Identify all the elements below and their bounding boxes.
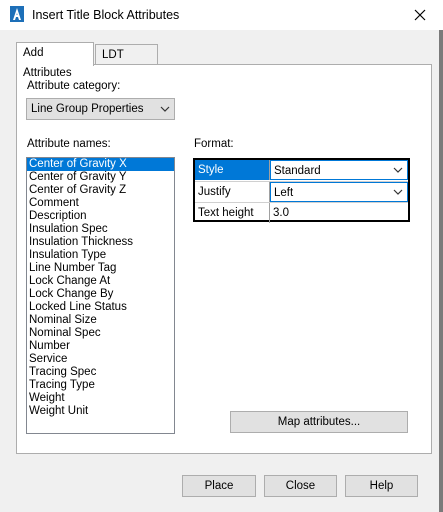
format-property-grid: Style Standard Justify Left Text height … — [193, 158, 410, 223]
list-item[interactable]: Insulation Spec — [27, 223, 174, 236]
help-button[interactable]: Help — [345, 475, 418, 497]
list-item[interactable]: Insulation Thickness — [27, 236, 174, 249]
title-bar: Insert Title Block Attributes — [0, 0, 443, 30]
place-button[interactable]: Place — [182, 475, 256, 497]
attribute-names-label: Attribute names: — [27, 138, 111, 150]
format-row-justify: Justify Left — [195, 181, 408, 202]
list-item[interactable]: Lock Change At — [27, 275, 174, 288]
format-label: Format: — [194, 138, 234, 150]
justify-select[interactable]: Left — [270, 182, 408, 202]
format-row-text-height: Text height 3.0 — [195, 202, 408, 223]
style-value: Standard — [274, 165, 321, 177]
list-item[interactable]: Service — [27, 353, 174, 366]
list-item[interactable]: Description — [27, 210, 174, 223]
list-item[interactable]: Weight — [27, 392, 174, 405]
list-item[interactable]: Line Number Tag — [27, 262, 174, 275]
attribute-names-list[interactable]: Center of Gravity X Center of Gravity Y … — [26, 157, 175, 434]
list-item[interactable]: Weight Unit — [27, 405, 174, 418]
style-select[interactable]: Standard — [270, 160, 408, 180]
chevron-down-icon — [393, 167, 403, 173]
text-height-field[interactable]: 3.0 — [270, 203, 408, 223]
window-frame — [439, 30, 443, 512]
list-item[interactable]: Nominal Spec — [27, 327, 174, 340]
list-item[interactable]: Nominal Size — [27, 314, 174, 327]
list-item[interactable]: Center of Gravity Z — [27, 184, 174, 197]
list-item[interactable]: Locked Line Status — [27, 301, 174, 314]
list-item[interactable]: Comment — [27, 197, 174, 210]
justify-value: Left — [274, 187, 294, 199]
chevron-down-icon — [393, 189, 403, 195]
list-item[interactable]: Tracing Type — [27, 379, 174, 392]
close-window-button[interactable] — [397, 0, 443, 30]
list-item[interactable]: Center of Gravity X — [27, 158, 174, 171]
autocad-a-icon — [10, 6, 24, 22]
list-item[interactable]: Insulation Type — [27, 249, 174, 262]
list-item[interactable]: Tracing Spec — [27, 366, 174, 379]
window-title: Insert Title Block Attributes — [32, 8, 180, 22]
list-item[interactable]: Center of Gravity Y — [27, 171, 174, 184]
attribute-category-value: Line Group Properties — [31, 103, 144, 115]
close-button[interactable]: Close — [264, 475, 337, 497]
tab-ldt-setup[interactable]: LDT Setup — [95, 44, 158, 81]
format-key-style[interactable]: Style — [195, 160, 270, 180]
list-item[interactable]: Lock Change By — [27, 288, 174, 301]
list-item[interactable]: Number — [27, 340, 174, 353]
format-key-justify[interactable]: Justify — [195, 182, 270, 202]
chevron-down-icon — [160, 106, 170, 112]
format-row-style: Style Standard — [195, 160, 408, 180]
close-icon — [414, 9, 426, 21]
format-key-text-height[interactable]: Text height — [195, 203, 270, 223]
tab-add-attributes[interactable]: Add Attributes — [16, 42, 94, 79]
attribute-category-select[interactable]: Line Group Properties — [26, 98, 175, 120]
map-attributes-button[interactable]: Map attributes... — [230, 411, 408, 433]
